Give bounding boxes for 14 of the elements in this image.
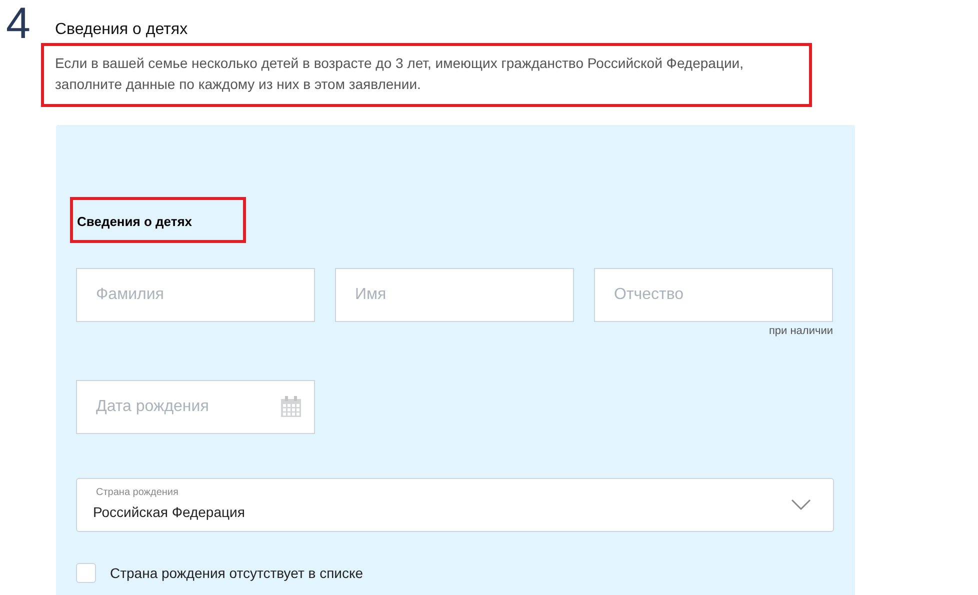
field-hint: при наличии xyxy=(768,324,833,339)
info-text: Если в вашей семье несколько детей в возрасте до 3 лет, имеющих гражданство Российской Федерации, заполните данные по каждому из них в этом заявлении. xyxy=(55,54,744,94)
country-select[interactable]: Страна рождения Российская Федерация xyxy=(76,478,834,532)
text-field[interactable]: Имя xyxy=(335,268,574,322)
step-number: 4 xyxy=(6,0,30,48)
checkbox[interactable] xyxy=(76,563,96,583)
form-title: Сведения о детях xyxy=(77,214,192,229)
chevron-down-icon xyxy=(791,498,811,510)
text-field[interactable]: Фамилия xyxy=(76,268,315,322)
text-field[interactable]: Отчество xyxy=(594,268,833,322)
date-field[interactable]: Дата рождения xyxy=(76,380,315,434)
checkbox-label: Страна рождения отсутствует в списке xyxy=(110,564,364,583)
section-title: Сведения о детях xyxy=(55,20,189,40)
calendar-icon xyxy=(280,396,302,418)
